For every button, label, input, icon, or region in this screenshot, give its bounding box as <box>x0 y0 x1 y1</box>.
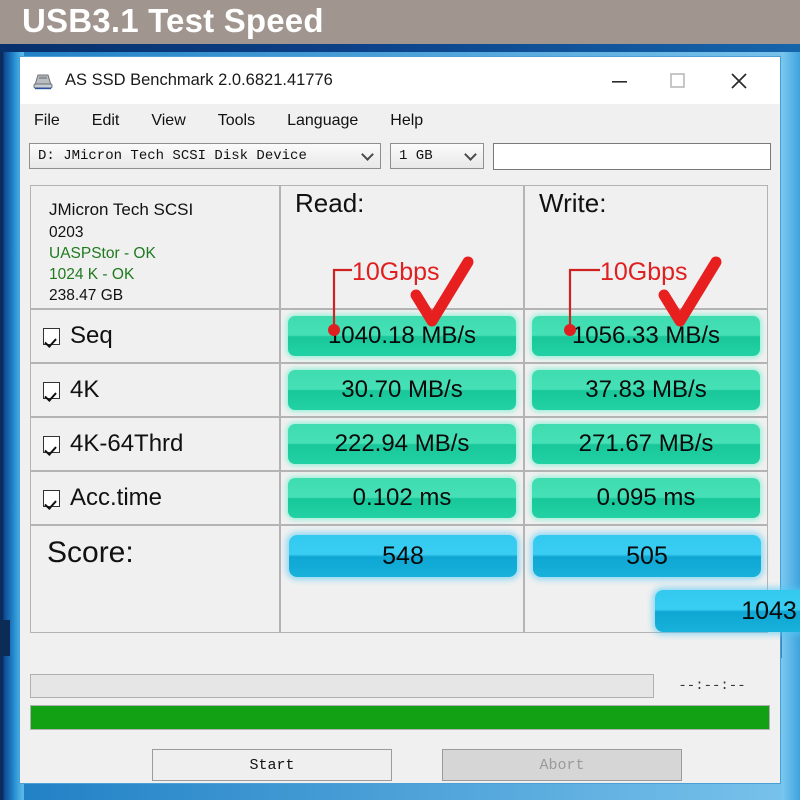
value-bar: 222.94 MB/s <box>288 424 516 464</box>
cell-seq-read: 1040.18 MB/s <box>280 309 524 363</box>
cell-4k64thrd-write: 271.67 MB/s <box>524 417 768 471</box>
progress-bar <box>30 705 770 730</box>
row-label-4k: 4K <box>30 363 280 417</box>
info-capacity: 238.47 GB <box>49 287 124 304</box>
drive-select-value: D: JMicron Tech SCSI Disk Device <box>38 148 307 164</box>
table-row: Acc.time 0.102 ms 0.095 ms <box>30 471 770 525</box>
write-column-header: Write: <box>524 185 768 309</box>
read-header-label: Read: <box>295 188 365 218</box>
drive-select[interactable]: D: JMicron Tech SCSI Disk Device <box>29 143 381 169</box>
checkbox-4k[interactable] <box>43 381 60 399</box>
score-read-cell: 548 <box>280 525 524 633</box>
app-window: AS SSD Benchmark 2.0.6821.41776 File Edi… <box>19 56 800 784</box>
row-name: Acc.time <box>70 484 163 511</box>
menu-item-help[interactable]: Help <box>390 112 423 130</box>
maximize-button[interactable] <box>654 57 700 104</box>
cell-acctime-read: 0.102 ms <box>280 471 524 525</box>
minimize-button[interactable] <box>596 57 642 104</box>
banner-title: USB3.1 Test Speed <box>22 2 324 39</box>
cell-seq-write: 1056.33 MB/s <box>524 309 768 363</box>
menu-item-language[interactable]: Language <box>287 112 358 130</box>
benchmark-grid: JMicron Tech SCSI 0203 UASPStor - OK 102… <box>30 185 800 633</box>
cell-acctime-write: 0.095 ms <box>524 471 768 525</box>
menu-bar: File Edit View Tools Language Help <box>20 104 780 137</box>
left-edge-notch <box>0 620 10 656</box>
score-row: Score: 548 505 1043 <box>30 525 800 633</box>
row-label-seq: Seq <box>30 309 280 363</box>
hdd-icon <box>31 71 55 91</box>
value-bar: 1040.18 MB/s <box>288 316 516 356</box>
chevron-down-icon <box>361 148 374 161</box>
read-column-header: Read: <box>280 185 524 309</box>
value-bar: 0.102 ms <box>288 478 516 518</box>
size-select[interactable]: 1 GB <box>390 143 484 169</box>
score-write-bar: 505 <box>533 535 761 577</box>
status-message-field <box>30 674 654 698</box>
status-row: --:--:-- <box>30 673 770 699</box>
info-firmware: 0203 <box>49 224 84 241</box>
page-background: USB3.1 Test Speed AS SSD Benchmark 2.0.6… <box>0 0 800 800</box>
table-row: Seq 1040.18 MB/s 1056.33 MB/s <box>30 309 770 363</box>
cell-4k64thrd-read: 222.94 MB/s <box>280 417 524 471</box>
close-icon[interactable] <box>716 57 762 104</box>
title-banner: USB3.1 Test Speed <box>0 0 800 44</box>
toolbar: D: JMicron Tech SCSI Disk Device 1 GB <box>20 137 780 175</box>
chevron-down-icon <box>464 148 477 161</box>
value-bar: 0.095 ms <box>532 478 760 518</box>
checkbox-4k-64thrd[interactable] <box>43 435 60 453</box>
value-bar: 1056.33 MB/s <box>532 316 760 356</box>
size-select-value: 1 GB <box>399 148 433 164</box>
row-name: Seq <box>70 322 113 349</box>
info-driver: UASPStor - OK <box>49 245 156 262</box>
score-read-bar: 548 <box>289 535 517 577</box>
menu-item-view[interactable]: View <box>151 112 185 130</box>
abort-button: Abort <box>442 749 682 781</box>
row-label-acctime: Acc.time <box>30 471 280 525</box>
menu-item-file[interactable]: File <box>34 112 60 130</box>
note-input[interactable] <box>493 142 771 170</box>
score-write-cell: 505 1043 <box>524 525 800 633</box>
score-label: Score: <box>30 525 280 633</box>
window-titlebar: AS SSD Benchmark 2.0.6821.41776 <box>20 57 780 104</box>
elapsed-time: --:--:-- <box>678 678 746 694</box>
info-alignment: 1024 K - OK <box>49 266 135 283</box>
cell-4k-write: 37.83 MB/s <box>524 363 768 417</box>
table-row: 4K 30.70 MB/s 37.83 MB/s <box>30 363 770 417</box>
button-bar: Start Abort <box>30 749 770 783</box>
score-total-bar: 1043 <box>655 590 800 632</box>
right-edge-notch <box>780 628 800 658</box>
drive-info-cell: JMicron Tech SCSI 0203 UASPStor - OK 102… <box>30 185 280 309</box>
start-button[interactable]: Start <box>152 749 392 781</box>
menu-item-edit[interactable]: Edit <box>92 112 120 130</box>
checkbox-acc-time[interactable] <box>43 489 60 507</box>
value-bar: 271.67 MB/s <box>532 424 760 464</box>
menu-item-tools[interactable]: Tools <box>218 112 255 130</box>
info-model: JMicron Tech SCSI <box>49 200 194 219</box>
progress-bar-fill <box>31 706 769 729</box>
row-name: 4K-64Thrd <box>70 430 184 457</box>
value-bar: 37.83 MB/s <box>532 370 760 410</box>
table-row: 4K-64Thrd 222.94 MB/s 271.67 MB/s <box>30 417 770 471</box>
write-header-label: Write: <box>539 188 607 218</box>
banner-underline <box>0 44 800 52</box>
window-title: AS SSD Benchmark 2.0.6821.41776 <box>65 71 333 89</box>
row-label-4k64thrd: 4K-64Thrd <box>30 417 280 471</box>
value-bar: 30.70 MB/s <box>288 370 516 410</box>
checkbox-seq[interactable] <box>43 327 60 345</box>
cell-4k-read: 30.70 MB/s <box>280 363 524 417</box>
row-name: 4K <box>70 376 100 403</box>
grid-header-row: JMicron Tech SCSI 0203 UASPStor - OK 102… <box>30 185 770 309</box>
